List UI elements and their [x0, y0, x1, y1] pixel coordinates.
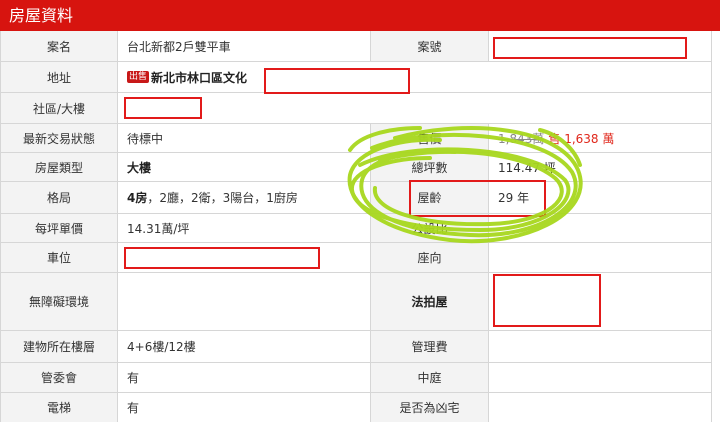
address-value: 出售 新北市林口區文化 [118, 62, 712, 92]
orientation-label: 座向 [370, 243, 489, 272]
floor-label: 建物所在樓層 [0, 331, 118, 362]
layout-rooms: 4房 [127, 191, 148, 205]
mgmt-fee-value [489, 331, 712, 362]
house-type-value: 大樓 [127, 160, 152, 175]
new-price: 1,638 萬 [564, 131, 615, 146]
price-value: 1,843萬 售 1,638 萬 [489, 124, 712, 152]
accessible-label: 無障礙環境 [0, 273, 118, 330]
redaction-box-auction [493, 274, 601, 327]
redaction-box-parking [124, 247, 320, 269]
price-label: 售價 [370, 124, 489, 152]
old-price: 1,843萬 [498, 131, 545, 146]
committee-value: 有 [127, 371, 140, 385]
table-row: 每坪單價 14.31萬/坪 公設比 [0, 214, 712, 243]
unit-price-value: 14.31萬/坪 [127, 221, 190, 236]
status-value: 待標中 [127, 131, 164, 146]
layout-label: 格局 [0, 182, 118, 213]
accessible-value [118, 273, 370, 330]
case-name-value: 台北新都2戶雙平車 [127, 39, 231, 54]
table-row: 房屋類型 大樓 總坪數 114.47 坪 [0, 153, 712, 182]
table-row: 車位 座向 [0, 243, 712, 273]
community-value [118, 93, 712, 123]
table-row: 社區/大樓 [0, 93, 712, 124]
table-row: 格局 4房 ，2廳，2衛，3陽台，1廚房 屋齡 29 年 [0, 182, 712, 214]
community-label: 社區/大樓 [0, 93, 118, 123]
haunted-value [489, 393, 712, 422]
layout-value: 4房 ，2廳，2衛，3陽台，1廚房 [118, 182, 370, 213]
price-prefix: 售 [548, 131, 561, 146]
table-row: 電梯 有 是否為凶宅 [0, 393, 712, 422]
redaction-box-address [264, 68, 410, 94]
elevator-label: 電梯 [0, 393, 118, 422]
layout-detail: ，2廳，2衛，3陽台，1廚房 [147, 191, 298, 205]
for-sale-tag: 出售 [127, 71, 150, 83]
elevator-value: 有 [127, 401, 140, 415]
redaction-box-case-no [493, 37, 687, 59]
unit-price-label: 每坪單價 [0, 214, 118, 242]
section-title: 房屋資料 [0, 0, 720, 31]
floor-value: 4+6樓/12樓 [127, 340, 196, 354]
house-type-label: 房屋類型 [0, 153, 118, 181]
table-row: 建物所在樓層 4+6樓/12樓 管理費 [0, 331, 712, 363]
highlight-box-age [409, 180, 546, 217]
table-row: 無障礙環境 法拍屋 [0, 273, 712, 331]
public-ratio-label: 公設比 [370, 214, 489, 242]
haunted-label: 是否為凶宅 [370, 393, 489, 422]
case-no-label: 案號 [370, 31, 489, 61]
auction-label: 法拍屋 [370, 273, 489, 330]
courtyard-value [489, 363, 712, 392]
address-label: 地址 [0, 62, 118, 92]
committee-label: 管委會 [0, 363, 118, 392]
area-value: 114.47 坪 [489, 153, 712, 181]
redaction-box-community [124, 97, 202, 119]
table-row: 最新交易狀態 待標中 售價 1,843萬 售 1,638 萬 [0, 124, 712, 153]
address-text: 新北市林口區文化 [151, 70, 248, 85]
public-ratio-value [489, 214, 712, 242]
area-label: 總坪數 [370, 153, 489, 181]
case-name-label: 案名 [0, 31, 118, 61]
courtyard-label: 中庭 [370, 363, 489, 392]
orientation-value [489, 243, 712, 272]
status-label: 最新交易狀態 [0, 124, 118, 152]
table-row: 管委會 有 中庭 [0, 363, 712, 393]
parking-label: 車位 [0, 243, 118, 272]
mgmt-fee-label: 管理費 [370, 331, 489, 362]
